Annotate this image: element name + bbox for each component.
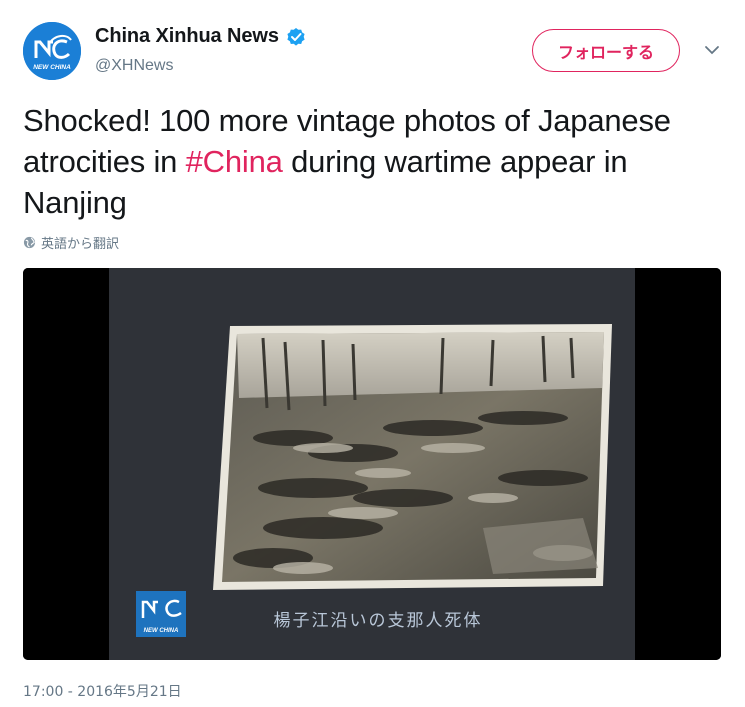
author-name-row[interactable]: China Xinhua News [95,25,306,48]
follow-button[interactable]: フォローする [532,29,680,72]
avatar[interactable]: NEW CHINA [23,22,81,80]
user-handle[interactable]: @XHNews [95,57,173,75]
tweet-timestamp[interactable]: 17:00 - 2016年5月21日 [23,681,182,701]
verified-badge-icon [286,27,306,47]
watermark-label: NEW CHINA [144,628,179,634]
media-video[interactable]: 楊子江沿いの支那人死体 NEW CHINA [23,268,721,660]
translate-link[interactable]: 英語から翻訳 [23,233,119,252]
media-caption: 楊子江沿いの支那人死体 [274,611,483,631]
video-frame: 楊子江沿いの支那人死体 NEW CHINA [23,268,721,660]
hashtag-link[interactable]: #China [186,144,283,179]
globe-icon [23,236,36,249]
chevron-down-icon[interactable] [703,41,721,59]
translate-label[interactable]: 英語から翻訳 [41,233,119,252]
newchina-watermark-icon: NEW CHINA [136,591,186,637]
avatar-label: NEW CHINA [33,64,71,71]
tweet-text: Shocked! 100 more vintage photos of Japa… [23,100,728,223]
display-name[interactable]: China Xinhua News [95,25,279,48]
